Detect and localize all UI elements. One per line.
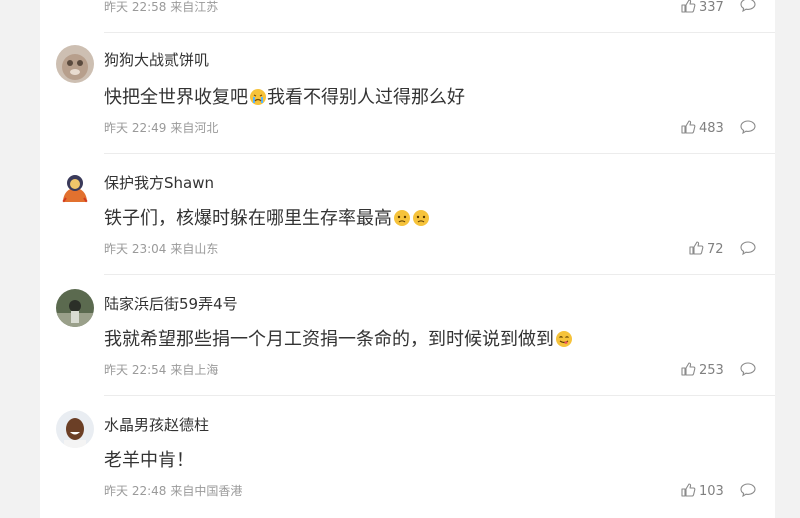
comment-text: 老羊中肯！ — [104, 446, 194, 472]
comment-bubble-icon[interactable] — [740, 362, 756, 376]
comment-text-part: 铁子们，核爆时躲在哪里生存率最高 — [104, 208, 392, 229]
comment-meta-top: 昨天 22:58 来自江苏 — [104, 0, 219, 14]
like-button[interactable]: 72 — [688, 240, 724, 257]
avatar[interactable] — [56, 410, 94, 448]
worried-face-emoji — [393, 209, 411, 227]
like-button[interactable]: 483 — [680, 119, 724, 136]
comment-bubble-icon[interactable] — [740, 483, 756, 497]
thumbs-up-icon — [689, 241, 704, 255]
avatar[interactable] — [56, 45, 94, 83]
like-count: 483 — [699, 121, 724, 136]
thumbs-up-icon — [681, 120, 696, 134]
comment-text: 铁子们，核爆时躲在哪里生存率最高 — [104, 204, 430, 230]
like-count: 253 — [699, 363, 724, 378]
avatar[interactable] — [56, 168, 94, 206]
like-count: 103 — [699, 484, 724, 499]
comment-item: 保护我方Shawn 铁子们，核爆时躲在哪里生存率最高 昨天 23:04 来自山东 … — [40, 154, 775, 275]
thumbs-up-icon — [681, 483, 696, 497]
comment-location: 来自河北 — [170, 121, 219, 135]
username[interactable]: 水晶男孩赵德柱 — [104, 414, 209, 435]
like-button[interactable]: 103 — [680, 482, 724, 499]
comment-time: 昨天 22:48 — [104, 484, 167, 498]
comment-meta: 昨天 23:04 来自山东 — [104, 240, 218, 257]
comment-location: 来自中国香港 — [170, 484, 243, 498]
comment-time: 昨天 23:04 — [104, 242, 167, 256]
username[interactable]: 保护我方Shawn — [104, 172, 214, 193]
comment-item: 水晶男孩赵德柱 老羊中肯！ 昨天 22:48 来自中国香港 103 — [40, 396, 775, 518]
comment-bubble-icon[interactable] — [740, 0, 756, 12]
comment-list: 昨天 22:58 来自江苏 337 狗狗大战贰饼叽 快把全世界收复吧 我看不得别人… — [40, 0, 775, 518]
like-button-top[interactable]: 337 — [680, 0, 724, 15]
comment-meta: 昨天 22:48 来自中国香港 — [104, 482, 242, 499]
thumbs-up-icon — [681, 0, 696, 13]
comment-item: 陆家浜后街59弄4号 我就希望那些捐一个月工资捐一条命的，到时候说到做到 昨天 … — [40, 275, 775, 396]
comment-bubble-icon[interactable] — [740, 241, 756, 255]
comment-text-part: 快把全世界收复吧 — [104, 87, 248, 108]
comment-location: 来自上海 — [170, 363, 219, 377]
username[interactable]: 狗狗大战贰饼叽 — [104, 49, 209, 70]
comment-meta: 昨天 22:54 来自上海 — [104, 361, 218, 378]
thumbs-up-icon — [681, 362, 696, 376]
comment-meta: 昨天 22:49 来自河北 — [104, 119, 218, 136]
comment-time: 昨天 22:49 — [104, 121, 167, 135]
comment-text-part: 我看不得别人过得那么好 — [267, 87, 465, 108]
comment-text: 快把全世界收复吧 我看不得别人过得那么好 — [104, 83, 465, 109]
like-count-top: 337 — [699, 0, 724, 15]
crying-face-emoji — [249, 88, 267, 106]
comment-time: 昨天 22:54 — [104, 363, 167, 377]
avatar[interactable] — [56, 289, 94, 327]
like-button[interactable]: 253 — [680, 361, 724, 378]
comment-bubble-icon[interactable] — [740, 120, 756, 134]
username[interactable]: 陆家浜后街59弄4号 — [104, 293, 238, 314]
worried-face-emoji — [412, 209, 430, 227]
comment-text-part: 我就希望那些捐一个月工资捐一条命的，到时候说到做到 — [104, 329, 554, 350]
comment-location: 来自山东 — [170, 242, 219, 256]
comment-text: 我就希望那些捐一个月工资捐一条命的，到时候说到做到 — [104, 325, 573, 351]
like-count: 72 — [707, 242, 724, 257]
yum-face-emoji — [555, 330, 573, 348]
comment-item: 狗狗大战贰饼叽 快把全世界收复吧 我看不得别人过得那么好 昨天 22:49 来自河北… — [40, 33, 775, 154]
comment-text-part: 老羊中肯！ — [104, 450, 194, 471]
